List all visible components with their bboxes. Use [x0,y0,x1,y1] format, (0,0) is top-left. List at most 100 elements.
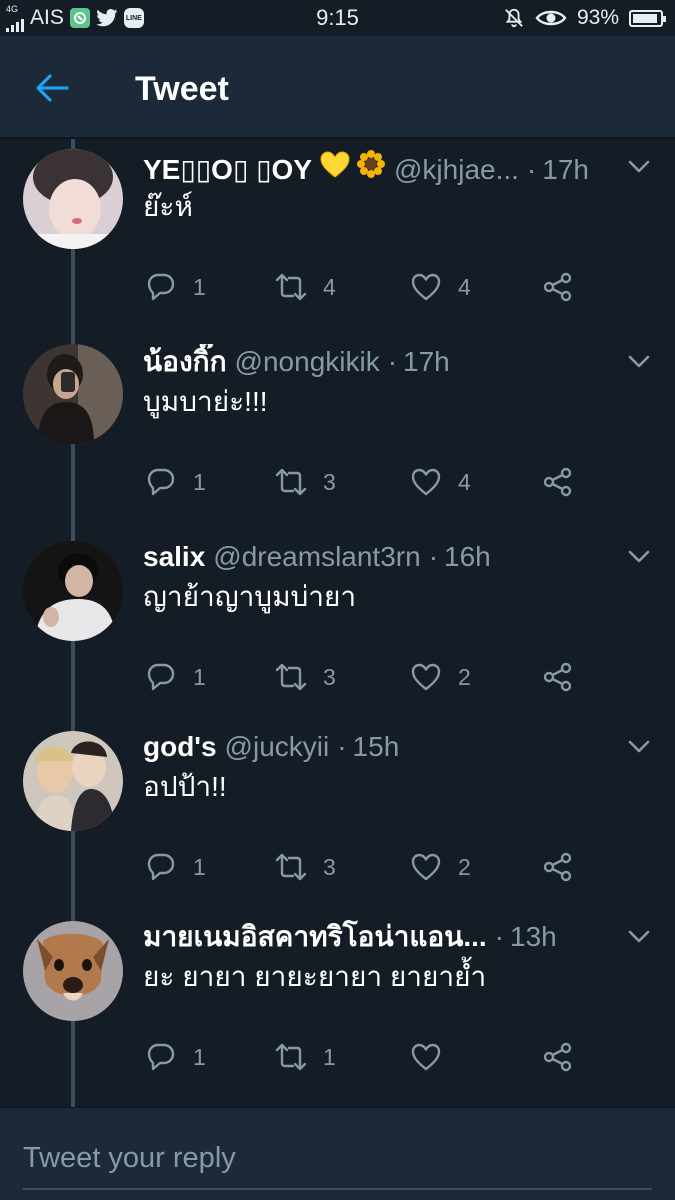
tweet-text: อปป้า!! [143,771,227,802]
reply-button[interactable]: 1 [145,267,206,307]
reply-count: 1 [193,1043,206,1070]
retweet-count: 1 [323,1043,336,1070]
retweet-count: 3 [323,663,336,690]
reply-icon [147,468,175,496]
tweet-item[interactable]: น้องกิ๊ก @nongkikik · 17h บูมบาย่ะ!!! 1 … [0,334,675,526]
page-title: Tweet [135,70,229,108]
avatar[interactable] [23,149,123,249]
tweet-actions: 1 4 4 [145,267,585,307]
reply-count: 1 [193,663,206,690]
tweet-time[interactable]: 17h [403,344,450,380]
user-name[interactable]: YE▯▯O▯ ▯OY [143,152,312,188]
retweet-button[interactable]: 3 [275,847,336,887]
retweet-icon [275,468,307,496]
reply-button[interactable]: 1 [145,1037,206,1077]
heart-icon [411,853,441,881]
heart-icon [411,663,441,691]
reply-icon [147,663,175,691]
avatar[interactable] [23,731,123,831]
like-count: 2 [458,853,471,880]
retweet-icon [275,853,307,881]
share-button[interactable] [542,267,574,307]
tweet-text: ญาย้าญาบูมบ่ายา [143,581,357,612]
like-button[interactable]: 2 [410,657,471,697]
retweet-button[interactable]: 3 [275,462,336,502]
avatar[interactable] [23,344,123,444]
separator-dot: · [337,731,347,762]
reply-thread[interactable]: YE▯▯O▯ ▯OY @kjhjae... · 17h ย๊ะห์ 1 4 4 [0,139,675,1107]
heart-icon [411,273,441,301]
retweet-count: 3 [323,468,336,495]
share-icon [543,1042,572,1072]
avatar[interactable] [23,541,123,641]
chevron-down-icon[interactable] [625,735,653,757]
like-button[interactable] [410,1037,458,1077]
share-icon [543,467,572,497]
share-button[interactable] [542,462,574,502]
tweet-text: ยะ ยายา ยายะยายา ยายายํ้า [143,961,487,992]
reply-count: 1 [193,273,206,300]
reply-input[interactable] [23,1138,652,1190]
retweet-button[interactable]: 3 [275,657,336,697]
mute-bell-icon [503,7,525,29]
retweet-button[interactable]: 4 [275,267,336,307]
reply-icon [147,853,175,881]
reply-icon [147,273,175,301]
tweet-time[interactable]: 17h [542,152,589,188]
tweet-header: god's @juckyii · 15h [143,729,605,765]
reply-button[interactable]: 1 [145,847,206,887]
tweet-actions: 1 3 2 [145,657,585,697]
tweet-item[interactable]: YE▯▯O▯ ▯OY @kjhjae... · 17h ย๊ะห์ 1 4 4 [0,139,675,331]
tweet-text: บูมบาย่ะ!!! [143,386,268,417]
like-button[interactable]: 4 [410,462,471,502]
retweet-icon [275,273,307,301]
status-bar: 4G AIS LINE 9:15 93% [0,0,675,36]
tweet-item[interactable]: มายเนมอิสคาทริโอน่าแอน... · 13h ยะ ยายา … [0,909,675,1107]
reply-button[interactable]: 1 [145,462,206,502]
chevron-down-icon[interactable] [625,925,653,947]
retweet-icon [275,1043,307,1071]
retweet-icon [275,663,307,691]
tweet-header: น้องกิ๊ก @nongkikik · 17h [143,344,605,380]
reply-count: 1 [193,468,206,495]
heart-icon [411,1043,441,1071]
user-name[interactable]: น้องกิ๊ก [143,344,227,380]
user-name[interactable]: salix [143,539,205,575]
heart-icon [411,468,441,496]
share-icon [543,852,572,882]
share-button[interactable] [542,657,574,697]
like-button[interactable]: 4 [410,267,471,307]
tweet-item[interactable]: god's @juckyii · 15h อปป้า!! 1 3 2 [0,719,675,909]
chevron-down-icon[interactable] [625,545,653,567]
retweet-button[interactable]: 1 [275,1037,336,1077]
separator-dot: · [526,154,537,185]
share-icon [543,272,572,302]
back-button[interactable] [30,66,74,110]
tweet-time[interactable]: 15h [353,729,400,765]
user-handle[interactable]: @nongkikik [235,344,380,380]
share-button[interactable] [542,847,574,887]
tweet-item[interactable]: salix @dreamslant3rn · 16h ญาย้าญาบูมบ่า… [0,529,675,719]
tweet-time[interactable]: 13h [510,919,557,955]
sunflower-icon [356,149,386,179]
share-button[interactable] [542,1037,574,1077]
chevron-down-icon[interactable] [625,155,653,177]
reply-icon [147,1043,175,1071]
reply-button[interactable]: 1 [145,657,206,697]
like-count: 2 [458,663,471,690]
user-handle[interactable]: @juckyii [225,729,330,765]
app-header: Tweet [0,36,675,139]
like-button[interactable]: 2 [410,847,471,887]
user-handle[interactable]: @dreamslant3rn [213,539,420,575]
tweet-header: YE▯▯O▯ ▯OY @kjhjae... · 17h [143,149,605,188]
user-handle[interactable]: @kjhjae... [394,152,519,188]
user-name[interactable]: มายเนมอิสคาทริโอน่าแอน... [143,919,487,955]
separator-dot: · [494,921,504,952]
chevron-down-icon[interactable] [625,350,653,372]
tweet-time[interactable]: 16h [444,539,491,575]
avatar[interactable] [23,921,123,1021]
tweet-header: salix @dreamslant3rn · 16h [143,539,605,575]
tweet-actions: 1 1 [145,1037,585,1077]
user-name[interactable]: god's [143,729,217,765]
separator-dot: · [428,541,439,572]
